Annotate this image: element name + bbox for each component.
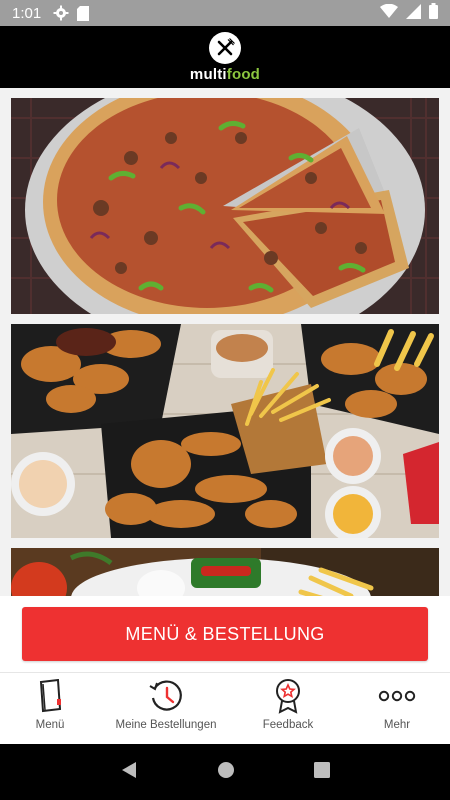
status-bar: 1:01 xyxy=(0,0,450,26)
tab-more[interactable]: Mehr xyxy=(344,673,450,744)
signal-icon xyxy=(406,3,421,23)
more-dots-icon xyxy=(378,677,416,715)
wifi-icon xyxy=(380,3,398,22)
logo-text-multi: multi xyxy=(189,65,227,83)
tab-menu-label: Menü xyxy=(35,719,65,731)
gear-icon xyxy=(53,5,69,21)
system-nav-bar xyxy=(0,744,450,800)
recents-icon[interactable] xyxy=(314,761,331,783)
tab-more-label: Mehr xyxy=(383,719,411,731)
app-logo: multifood xyxy=(190,66,260,83)
battery-icon xyxy=(429,3,438,23)
tab-feedback[interactable]: Feedback xyxy=(232,673,344,744)
award-star-icon xyxy=(274,677,302,715)
app-header: multifood xyxy=(0,26,450,88)
food-feed[interactable] xyxy=(0,88,450,596)
tab-orders-label: Meine Bestellungen xyxy=(115,719,217,731)
history-icon xyxy=(148,677,184,715)
cta-container: MENÜ & BESTELLUNG xyxy=(0,596,450,672)
home-icon[interactable] xyxy=(217,761,235,784)
tab-orders[interactable]: Meine Bestellungen xyxy=(100,673,232,744)
back-icon[interactable] xyxy=(120,761,138,784)
tab-feedback-label: Feedback xyxy=(262,719,314,731)
sd-card-icon xyxy=(77,5,90,21)
menu-order-button[interactable]: MENÜ & BESTELLUNG xyxy=(22,607,428,661)
status-time: 1:01 xyxy=(12,4,42,22)
menu-book-icon xyxy=(36,677,64,715)
chicken-tenders-fries-image[interactable] xyxy=(11,324,439,538)
bottom-tab-bar: Menü Meine Bestellungen Feedback Mehr xyxy=(0,672,450,744)
pizza-image[interactable] xyxy=(11,98,439,314)
tab-menu[interactable]: Menü xyxy=(0,673,100,744)
grill-plate-image[interactable] xyxy=(11,548,439,596)
logo-text-food: food xyxy=(226,65,261,83)
fork-knife-icon xyxy=(209,31,241,64)
